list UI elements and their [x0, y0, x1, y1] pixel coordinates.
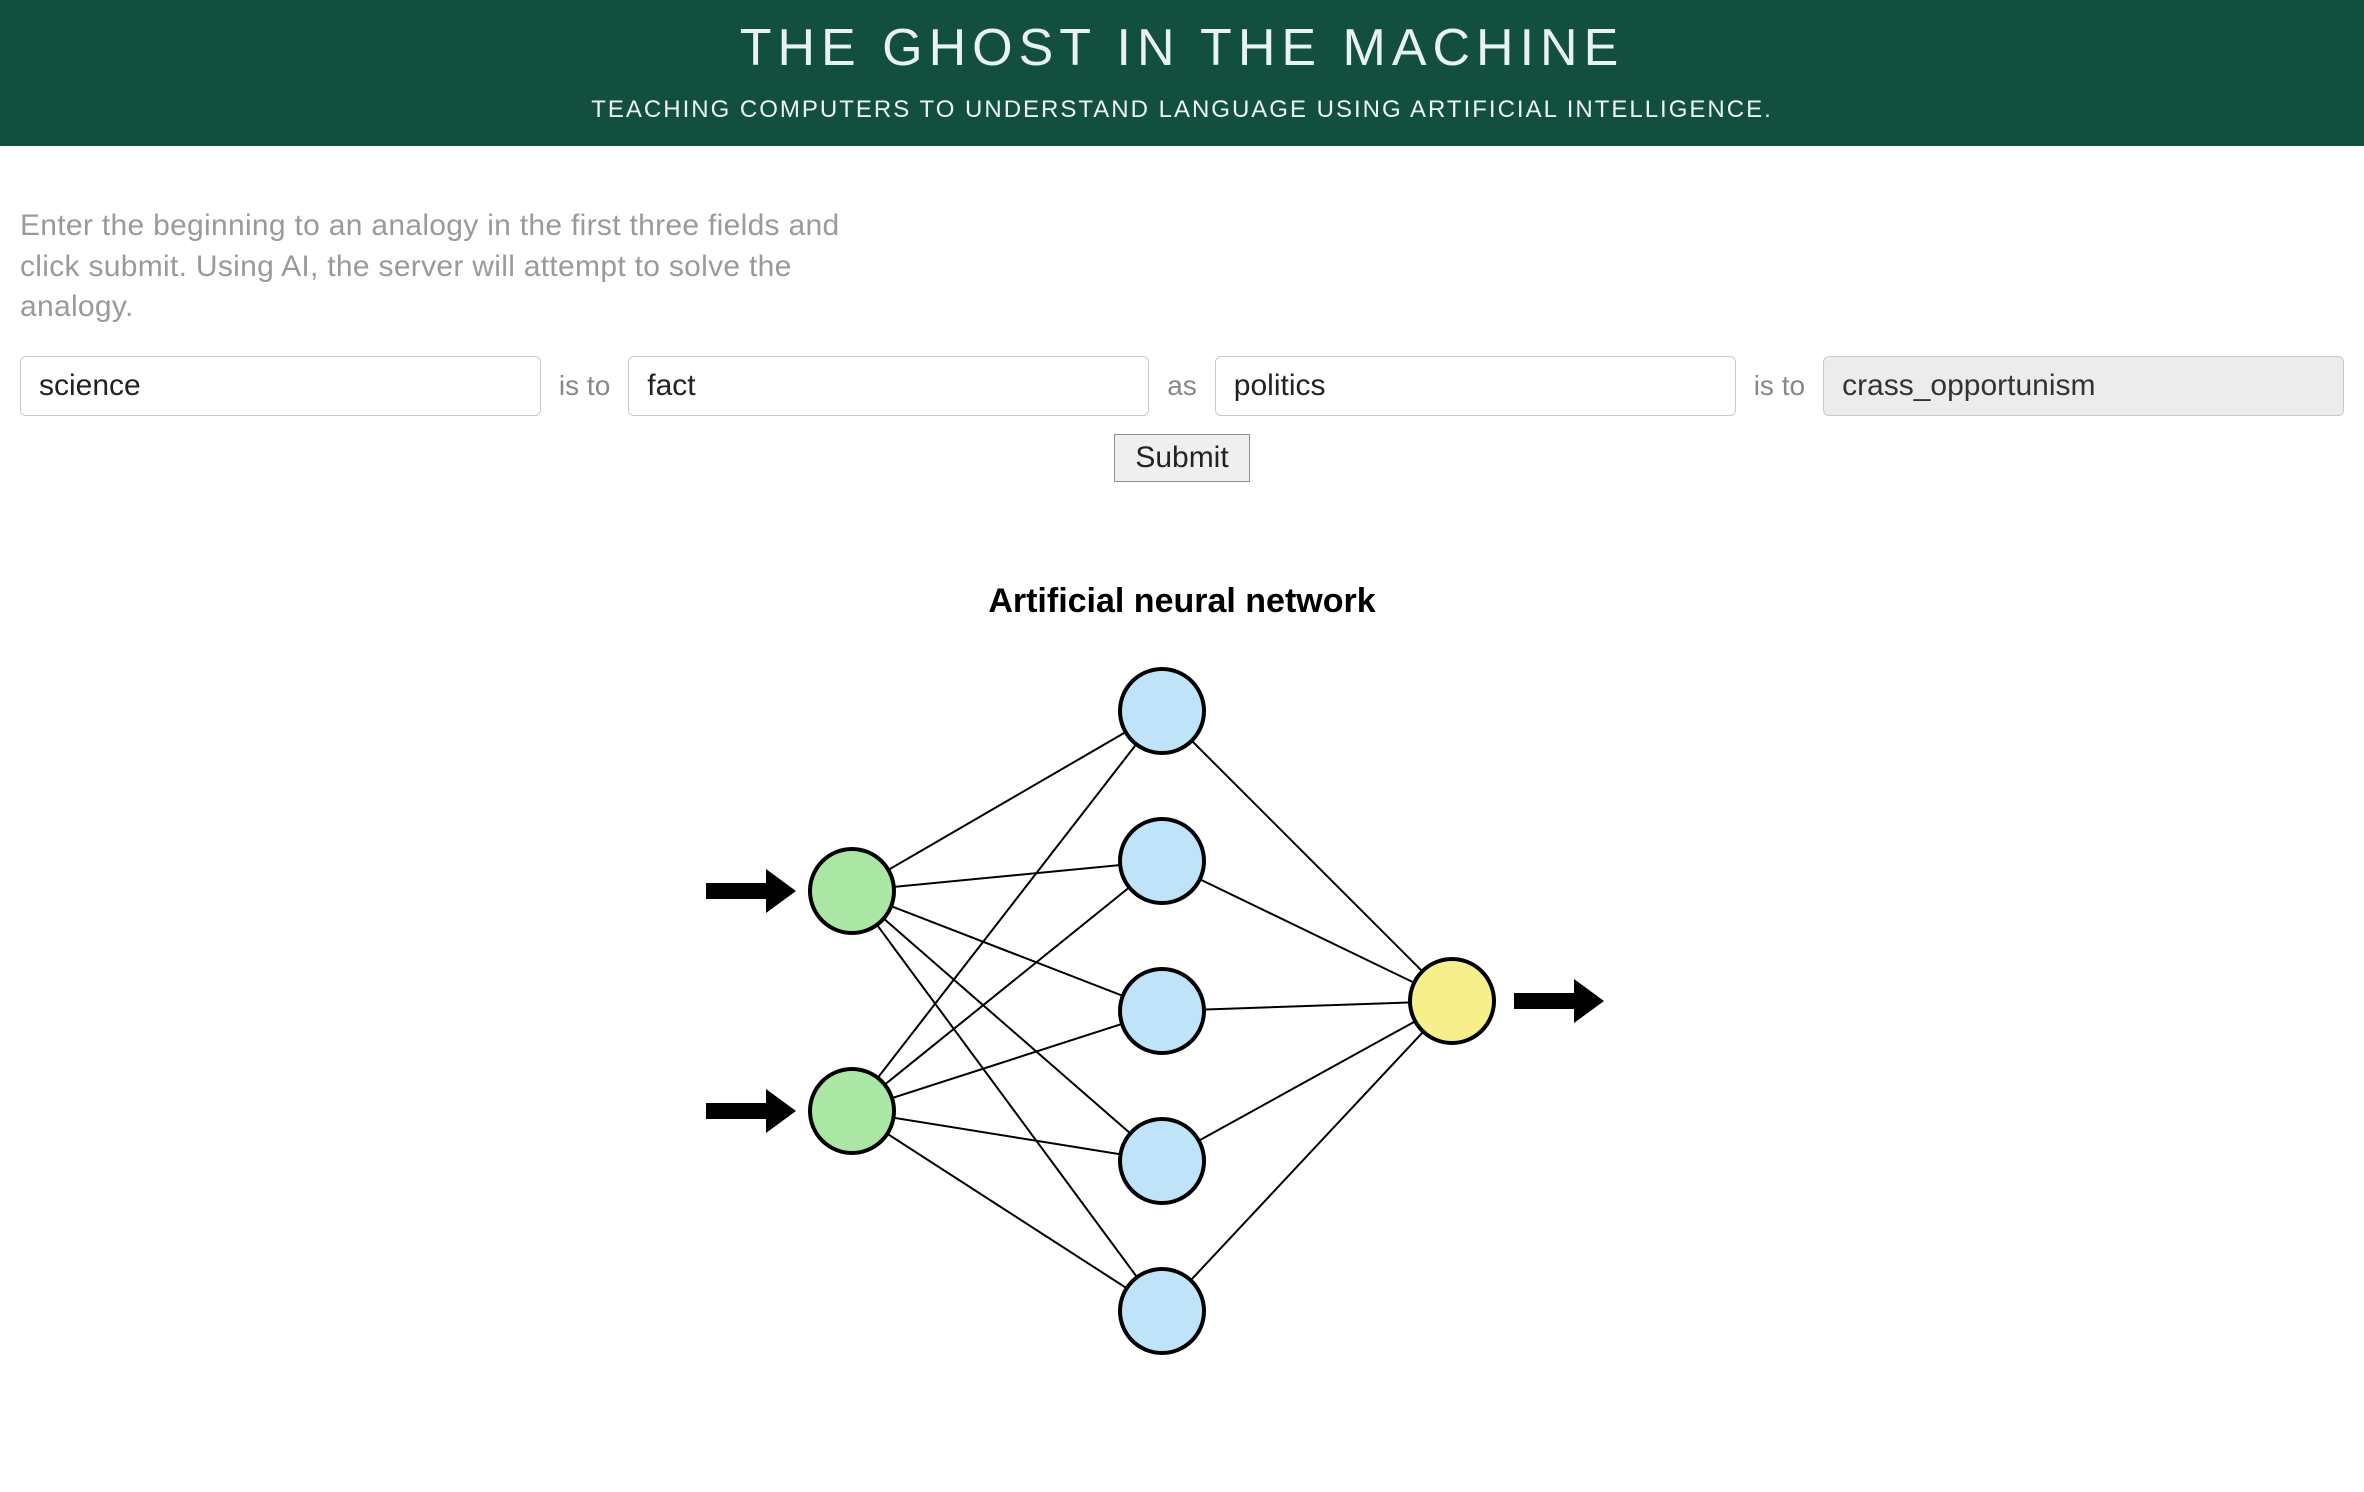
arrow-icon	[706, 869, 796, 913]
word1-input[interactable]	[20, 356, 541, 416]
input-node	[810, 849, 894, 933]
is-to-label-1: is to	[555, 370, 614, 402]
word2-input[interactable]	[628, 356, 1149, 416]
result-output	[1823, 356, 2344, 416]
hidden-node	[1120, 1119, 1204, 1203]
as-label: as	[1163, 370, 1201, 402]
hidden-node	[1120, 819, 1204, 903]
hidden-node	[1120, 669, 1204, 753]
page-subtitle: TEACHING COMPUTERS TO UNDERSTAND LANGUAG…	[0, 96, 2364, 124]
arrow-icon	[706, 1089, 796, 1133]
word3-input[interactable]	[1215, 356, 1736, 416]
instructions-text: Enter the beginning to an analogy in the…	[20, 206, 900, 328]
submit-button[interactable]: Submit	[1114, 434, 1249, 482]
submit-wrap: Submit	[20, 434, 2344, 482]
is-to-label-2: is to	[1750, 370, 1809, 402]
hidden-node	[1120, 969, 1204, 1053]
diagram-title: Artificial neural network	[20, 582, 2344, 621]
input-node	[810, 1069, 894, 1153]
arrow-icon	[1514, 979, 1604, 1023]
page-header: THE GHOST IN THE MACHINE TEACHING COMPUT…	[0, 0, 2364, 146]
main-content: Enter the beginning to an analogy in the…	[0, 146, 2364, 1371]
neural-network-diagram	[632, 651, 1732, 1371]
output-node	[1410, 959, 1494, 1043]
analogy-form-row: is to as is to	[20, 356, 2344, 416]
page-title: THE GHOST IN THE MACHINE	[0, 18, 2364, 78]
diagram-section: Artificial neural network	[20, 582, 2344, 1371]
hidden-node	[1120, 1269, 1204, 1353]
